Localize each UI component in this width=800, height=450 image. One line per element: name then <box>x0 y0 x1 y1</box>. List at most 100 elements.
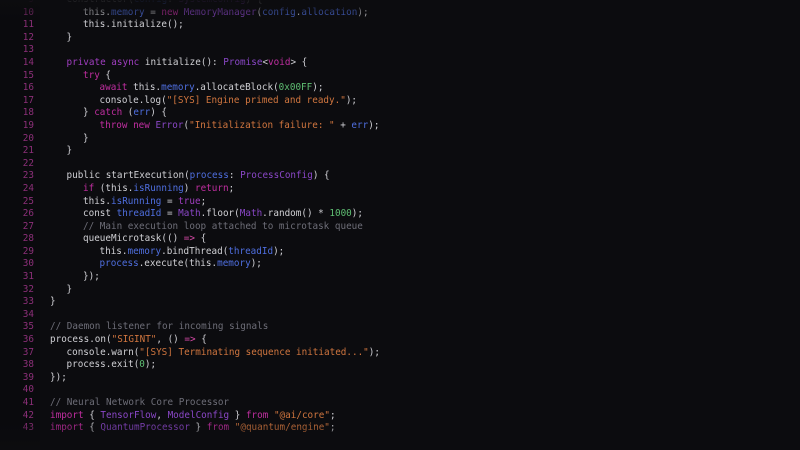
code-token: ); <box>250 258 262 270</box>
code-token: execute <box>144 258 184 270</box>
code-line[interactable]: 39}); <box>0 372 800 385</box>
code-token: = <box>161 208 179 220</box>
code-token: { <box>99 69 111 81</box>
code-token: => <box>183 233 195 245</box>
line-number: 37 <box>22 346 34 358</box>
code-line[interactable]: 22 <box>0 158 800 171</box>
code-line[interactable]: 34 <box>0 309 800 322</box>
code-text: private async initialize(): Promise<void… <box>67 57 308 70</box>
line-number: 22 <box>22 157 34 169</box>
code-token: catch <box>94 107 123 119</box>
code-token: Math <box>239 208 263 220</box>
code-line[interactable]: 13 <box>0 44 800 57</box>
code-token: } <box>66 283 73 295</box>
code-token: this <box>83 19 106 31</box>
code-token: = <box>144 6 162 18</box>
code-token: ; <box>228 182 235 194</box>
code-editor[interactable]: 9constructor(config: SystemConfig) {10th… <box>0 0 800 450</box>
line-number: 12 <box>22 31 34 43</box>
code-token: MemoryManager <box>183 6 257 18</box>
code-line[interactable]: 26 const threadId = Math.floor(Math.rando… <box>0 208 800 221</box>
code-token: "SIGINT" <box>111 334 157 346</box>
code-token: => <box>184 334 196 346</box>
code-token: await <box>99 82 134 94</box>
code-token: true <box>178 195 201 207</box>
line-number: 15 <box>22 69 34 81</box>
code-line[interactable]: 43 import { QuantumProcessor } from "@qua… <box>0 422 800 435</box>
code-token: Promise <box>223 56 263 68</box>
code-token: ) { <box>312 170 330 182</box>
line-number: 16 <box>22 82 34 94</box>
code-token: ) { <box>150 107 167 119</box>
code-token: ProcessConfig <box>240 170 313 182</box>
code-token: () * <box>301 208 330 220</box>
code-line[interactable]: 12} <box>0 32 800 45</box>
line-number: 19 <box>22 119 34 131</box>
code-line[interactable]: 33} <box>0 296 800 309</box>
code-line[interactable]: 40 <box>0 384 800 397</box>
code-token: } <box>189 422 207 434</box>
line-number: 35 <box>22 321 34 333</box>
code-text: // Main execution loop attached to micro… <box>83 221 363 234</box>
code-token: ); <box>357 6 369 18</box>
code-line[interactable]: 29 this.memory.bindThread(threadId); <box>0 246 800 259</box>
code-line[interactable]: 25 this.isRunning = true; <box>0 196 800 209</box>
code-token: exit <box>111 359 134 371</box>
line-number: 41 <box>22 397 34 408</box>
code-token: memory <box>217 258 251 270</box>
code-token: } <box>66 31 73 43</box>
code-line[interactable]: 15 try { <box>0 70 800 83</box>
code-token: process <box>99 258 139 270</box>
code-line[interactable]: 11 this.initialize(); <box>0 19 800 32</box>
code-line[interactable]: 36 process.on("SIGINT", () => { <box>0 334 800 347</box>
code-line[interactable]: 20} <box>0 133 800 146</box>
code-token: "[SYS] Terminating sequence initiated...… <box>139 346 369 358</box>
code-line[interactable]: 17 console.log("[SYS] Engine primed and r… <box>0 95 800 108</box>
code-token: this <box>99 245 122 257</box>
code-text: import { TensorFlow, ModelConfig } from … <box>50 410 336 423</box>
code-line[interactable]: 14 private async initialize(): Promise<vo… <box>0 57 800 70</box>
line-number: 42 <box>22 409 34 421</box>
code-token: throw new <box>99 119 156 131</box>
code-text: } <box>67 284 73 297</box>
code-line[interactable]: 37 console.warn("[SYS] Terminating sequen… <box>0 347 800 360</box>
line-number: 40 <box>22 384 34 396</box>
code-line[interactable]: 10 this.memory = new MemoryManager(config… <box>0 7 800 20</box>
code-line[interactable]: 32} <box>0 284 800 297</box>
code-line[interactable]: 38 process.exit(0); <box>0 359 800 372</box>
code-token: queueMicrotask <box>83 233 162 245</box>
code-lines: 9constructor(config: SystemConfig) {10th… <box>0 0 800 435</box>
code-line[interactable]: 23 public startExecution(process: Process… <box>0 170 800 183</box>
code-text: this.memory = new MemoryManager(config.a… <box>83 7 369 20</box>
code-line[interactable]: 27 // Main execution loop attached to mic… <box>0 221 800 234</box>
line-number: 9 <box>0 0 34 7</box>
code-line[interactable]: 19 throw new Error("Initialization failur… <box>0 120 800 133</box>
code-text: queueMicrotask(() => { <box>83 233 206 246</box>
code-token: process <box>66 359 106 371</box>
code-token: warn <box>111 346 134 358</box>
code-line[interactable]: 9 constructor(config: SystemConfig) { <box>0 0 800 7</box>
code-token: threadId <box>228 245 274 257</box>
code-line[interactable]: 41 // Neural Network Core Processor <box>0 397 800 410</box>
code-token: Math <box>178 208 201 220</box>
code-line[interactable]: 16 await this.memory.allocateBlock(0x00FF… <box>0 82 800 95</box>
code-text: process.exit(0); <box>67 359 157 372</box>
code-line[interactable]: 35 // Daemon listener for incoming signal… <box>0 321 800 334</box>
code-line[interactable]: 30 process.execute(this.memory); <box>0 258 800 271</box>
code-line[interactable]: 24 if (this.isRunning) return; <box>0 183 800 196</box>
code-line[interactable]: 18} catch (err) { <box>0 107 800 120</box>
code-line[interactable]: 21} <box>0 145 800 158</box>
code-token: this <box>105 182 128 194</box>
code-token: } <box>83 132 89 144</box>
code-token: 1000 <box>329 208 352 220</box>
code-token: on <box>94 334 106 346</box>
code-token: memory <box>111 6 145 18</box>
code-line[interactable]: 31}); <box>0 271 800 284</box>
code-text: throw new Error("Initialization failure:… <box>100 120 380 133</box>
code-line[interactable]: 28 queueMicrotask(() => { <box>0 233 800 246</box>
code-token: allocation <box>301 6 358 18</box>
code-token: // Main execution loop attached to micro… <box>83 220 363 232</box>
code-token: , () <box>156 334 185 346</box>
code-token: process <box>50 334 90 346</box>
code-line[interactable]: 42 import { TensorFlow, ModelConfig } fro… <box>0 410 800 423</box>
